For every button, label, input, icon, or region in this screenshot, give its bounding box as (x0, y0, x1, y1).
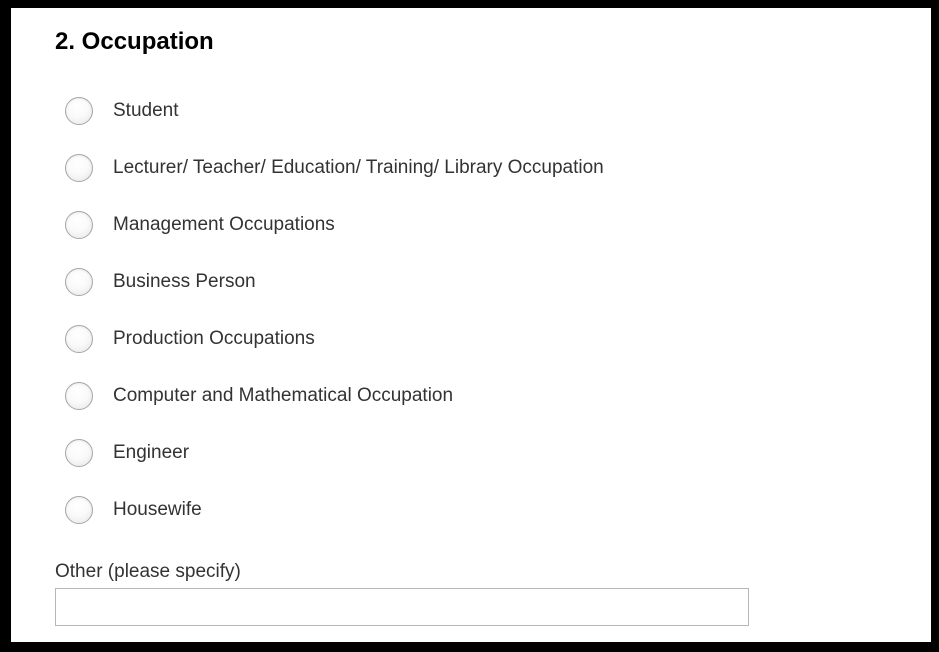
option-label: Housewife (113, 498, 202, 520)
question-title: 2. Occupation (55, 28, 214, 55)
other-specify-input[interactable] (55, 588, 749, 626)
option-label: Production Occupations (113, 327, 315, 349)
option-label: Student (113, 99, 179, 121)
occupation-options: Student Lecturer/ Teacher/ Education/ Tr… (65, 82, 604, 538)
radio-button-icon[interactable] (65, 210, 93, 239)
radio-button-icon[interactable] (65, 153, 93, 182)
radio-button-icon[interactable] (65, 324, 93, 353)
radio-button-icon[interactable] (65, 267, 93, 296)
option-label: Computer and Mathematical Occupation (113, 384, 454, 406)
option-housewife[interactable]: Housewife (65, 481, 604, 538)
option-label: Business Person (113, 270, 256, 292)
option-label: Lecturer/ Teacher/ Education/ Training/ … (113, 156, 604, 178)
option-business-person[interactable]: Business Person (65, 253, 604, 310)
survey-question-panel: 2. Occupation Student Lecturer/ Teacher/… (11, 8, 931, 642)
option-management-occupations[interactable]: Management Occupations (65, 196, 604, 253)
other-specify-label: Other (please specify) (55, 561, 241, 582)
radio-button-icon[interactable] (65, 438, 93, 467)
option-engineer[interactable]: Engineer (65, 424, 604, 481)
option-label: Engineer (113, 441, 190, 463)
option-production-occupations[interactable]: Production Occupations (65, 310, 604, 367)
radio-button-icon[interactable] (65, 381, 93, 410)
radio-button-icon[interactable] (65, 96, 93, 125)
option-computer-mathematical-occupation[interactable]: Computer and Mathematical Occupation (65, 367, 604, 424)
option-lecturer-teacher-education-training-library[interactable]: Lecturer/ Teacher/ Education/ Training/ … (65, 139, 604, 196)
option-student[interactable]: Student (65, 82, 604, 139)
survey-frame: 2. Occupation Student Lecturer/ Teacher/… (0, 0, 939, 652)
option-label: Management Occupations (113, 213, 335, 235)
radio-button-icon[interactable] (65, 495, 93, 524)
